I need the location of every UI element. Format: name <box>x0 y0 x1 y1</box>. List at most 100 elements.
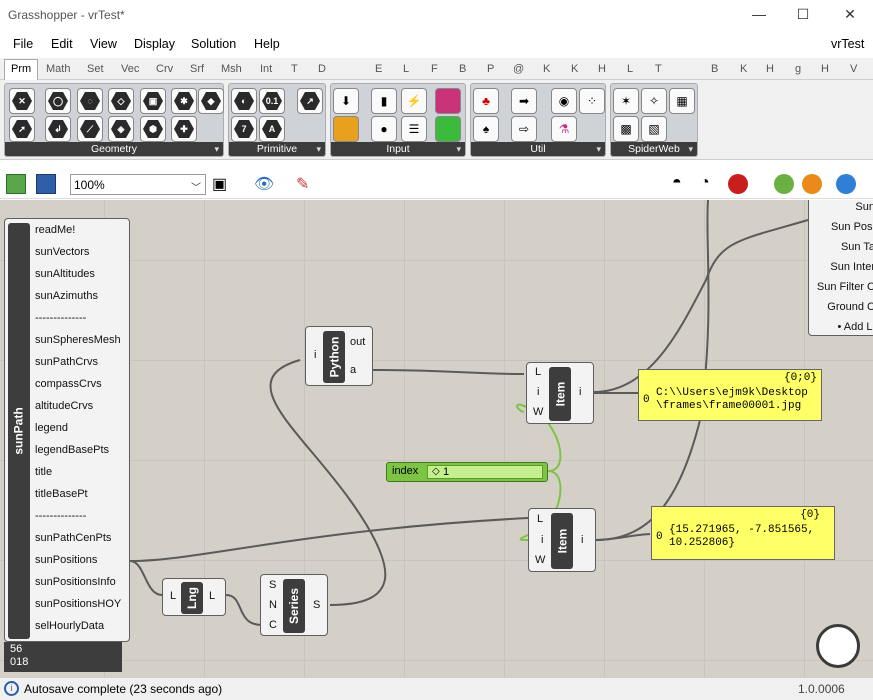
tab-l2[interactable]: L <box>627 63 633 75</box>
sun-input[interactable]: Sun Posi <box>831 221 873 233</box>
item-output-i[interactable]: i <box>579 386 581 398</box>
tab-math[interactable]: Math <box>46 63 70 75</box>
python-output-a[interactable]: a <box>350 364 356 376</box>
tab-h[interactable]: H <box>598 63 606 75</box>
maximize-button[interactable]: ☐ <box>793 6 813 23</box>
preview-shaded-icon[interactable] <box>728 174 748 194</box>
sunpath-output[interactable]: -------------- <box>35 510 86 522</box>
python-body[interactable]: Python <box>323 331 345 383</box>
geometry-label[interactable]: Geometry ▾ <box>5 142 223 156</box>
dots-icon[interactable]: ⁘ <box>579 88 605 114</box>
tab-t[interactable]: T <box>291 63 298 75</box>
toggle-icon[interactable]: ▮ <box>371 88 397 114</box>
text-param-icon[interactable]: A <box>259 116 285 142</box>
tab-v[interactable]: V <box>850 63 857 75</box>
sunpath-output[interactable]: compassCrvs <box>35 378 102 390</box>
import-icon[interactable]: ⬇ <box>333 88 359 114</box>
item-body[interactable]: Item <box>549 367 571 421</box>
item-input-l[interactable]: L <box>535 366 541 378</box>
arrow-outline-icon[interactable]: ⇨ <box>511 116 537 142</box>
graph-mapper-icon[interactable] <box>333 116 359 142</box>
tab-set[interactable]: Set <box>87 63 104 75</box>
sun-input[interactable]: Sun Inter <box>830 261 873 273</box>
brep-param-icon[interactable]: ◆ <box>198 88 224 114</box>
number-param-icon[interactable]: 0.1 <box>259 88 285 114</box>
menu-view[interactable]: View <box>90 37 117 51</box>
save-file-icon[interactable] <box>36 174 56 194</box>
zoom-select[interactable]: 100% ﹀ <box>70 174 206 195</box>
arc-param-icon[interactable]: ↲ <box>45 116 71 142</box>
tab-k[interactable]: K <box>543 63 550 75</box>
geometry-param-icon[interactable]: ⬢ <box>140 116 166 142</box>
list-icon[interactable]: ☰ <box>401 116 427 142</box>
tab-b2[interactable]: B <box>711 63 718 75</box>
number-slider[interactable]: index ◇ 1 <box>386 462 548 482</box>
slider-track[interactable]: ◇ 1 <box>427 465 543 479</box>
primitive-label[interactable]: Primitive ▾ <box>229 142 325 156</box>
button-icon[interactable]: ● <box>371 116 397 142</box>
series-input-s[interactable]: S <box>269 579 276 591</box>
sunpath-output[interactable]: titleBasePt <box>35 488 88 500</box>
circle-param-icon[interactable]: ◯ <box>45 88 71 114</box>
document-preview-icon[interactable] <box>802 174 822 194</box>
slider-handle-icon[interactable]: ◇ <box>432 466 440 477</box>
tab-prm[interactable]: Prm <box>4 59 39 80</box>
tab-b[interactable]: B <box>459 63 466 75</box>
menu-display[interactable]: Display <box>134 37 175 51</box>
series-output[interactable]: S <box>313 599 320 611</box>
tab-f[interactable]: F <box>431 63 438 75</box>
mesh-param-icon[interactable]: ✱ <box>171 88 197 114</box>
open-file-icon[interactable] <box>6 174 26 194</box>
preview-eye-icon[interactable]: 👁 <box>254 174 274 194</box>
tab-msh[interactable]: Msh <box>221 63 242 75</box>
tab-srf[interactable]: Srf <box>190 63 204 75</box>
close-button[interactable]: ✕ <box>840 6 860 23</box>
graph-icon[interactable]: ✧ <box>641 88 667 114</box>
sun-input[interactable]: Sun Ta <box>841 241 873 253</box>
series-body[interactable]: Series <box>283 579 305 633</box>
python-input[interactable]: i <box>314 349 316 361</box>
sunpath-output[interactable]: readMe! <box>35 224 75 236</box>
plane-param-icon[interactable]: ◈ <box>108 116 134 142</box>
sunpath-output[interactable]: sunVectors <box>35 246 89 258</box>
menu-file[interactable]: File <box>13 37 33 51</box>
sunpath-output[interactable]: altitudeCrvs <box>35 400 93 412</box>
vector-param-icon[interactable]: ➚ <box>9 116 35 142</box>
sunpath-output[interactable]: legend <box>35 422 68 434</box>
tab-e[interactable]: E <box>375 63 382 75</box>
flask-icon[interactable]: ⚗ <box>551 116 577 142</box>
panel-output-1[interactable]: {0;0} 0 C:\\Users\ejm9k\Desktop \frames\… <box>638 369 822 421</box>
tab-t2[interactable]: T <box>655 63 662 75</box>
boolean-param-icon[interactable]: ◐ <box>231 88 257 114</box>
sunpath-output[interactable]: sunAltitudes <box>35 268 95 280</box>
gradient-icon[interactable] <box>435 88 461 114</box>
sketch-icon[interactable]: ✎ <box>296 174 316 194</box>
image-sampler-icon[interactable] <box>435 116 461 142</box>
tab-crv[interactable]: Crv <box>156 63 173 75</box>
web-icon[interactable]: ✶ <box>613 88 639 114</box>
tab-h3[interactable]: H <box>821 63 829 75</box>
item-output-i[interactable]: i <box>581 534 583 546</box>
sun-input[interactable]: Sun <box>855 201 873 213</box>
tab-vec[interactable]: Vec <box>121 63 139 75</box>
tab-h2[interactable]: H <box>766 63 774 75</box>
sunpath-component[interactable]: sunPath readMe! sunVectors sunAltitudes … <box>4 218 130 642</box>
sunpath-output[interactable]: selHourlyData <box>35 620 104 632</box>
integer-param-icon[interactable]: 7 <box>231 116 257 142</box>
arrow-right-icon[interactable]: ➡ <box>511 88 537 114</box>
sunpath-output[interactable]: title <box>35 466 52 478</box>
menu-edit[interactable]: Edit <box>51 37 73 51</box>
preview-selected-icon[interactable] <box>774 174 794 194</box>
lng-output[interactable]: L <box>209 590 215 602</box>
tab-l[interactable]: L <box>403 63 409 75</box>
util-label[interactable]: Util ▾ <box>471 142 605 156</box>
list-item-component[interactable]: L i W Item i <box>526 362 594 424</box>
lng-input[interactable]: L <box>170 590 176 602</box>
tab-k2[interactable]: K <box>571 63 578 75</box>
cluster-icon[interactable]: ◉ <box>551 88 577 114</box>
sunpath-output[interactable]: sunSpheresMesh <box>35 334 121 346</box>
sunpath-output[interactable]: sunPathCrvs <box>35 356 98 368</box>
sunpath-output[interactable]: sunAzimuths <box>35 290 98 302</box>
sun-input[interactable]: • Add Li <box>838 321 873 333</box>
list-length-component[interactable]: L Lng L <box>162 578 226 616</box>
